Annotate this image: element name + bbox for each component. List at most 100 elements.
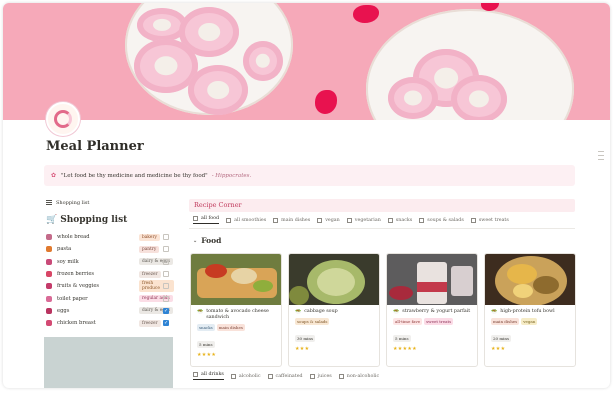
- list-item[interactable]: fruits & veggies fresh produce: [46, 280, 174, 293]
- view-tab[interactable]: snacks: [387, 216, 412, 224]
- food-section-toggle[interactable]: ⌄ Food: [193, 236, 221, 245]
- category-tag: bakery: [139, 233, 160, 241]
- list-item[interactable]: pasta pantry: [46, 243, 174, 255]
- recipe-card[interactable]: 🥗 high-protein tofu bowl main dishes vegan 2…: [484, 253, 576, 367]
- view-tab-label: main dishes: [281, 217, 311, 223]
- recipe-tag: vegan: [521, 318, 538, 325]
- view-tab[interactable]: sweet treats: [470, 216, 509, 224]
- list-item[interactable]: whole bread bakery: [46, 231, 174, 243]
- category-tag: freezer: [139, 319, 161, 327]
- recipe-title: tomato & avocado cheese sandwich: [206, 309, 269, 320]
- recipe-title: high-protein tofu bowl: [500, 309, 555, 314]
- view-tab[interactable]: vegan: [317, 216, 340, 224]
- view-tab[interactable]: main dishes: [273, 216, 310, 224]
- checkbox[interactable]: ✓: [163, 307, 169, 314]
- donut: [388, 77, 438, 119]
- flower-icon: ✿: [51, 172, 57, 179]
- view-tab[interactable]: juices: [309, 372, 332, 380]
- view-tab-label: soups & salads: [427, 217, 464, 223]
- quote-callout[interactable]: ✿ "Let food be thy medicine and medicine…: [44, 165, 575, 186]
- item-icon: [46, 246, 52, 253]
- recipe-name: 🥗 high-protein tofu bowl: [485, 305, 575, 315]
- item-name: fruits & veggies: [57, 283, 100, 290]
- checkbox[interactable]: [163, 258, 169, 265]
- checkbox[interactable]: [163, 234, 169, 241]
- view-tab[interactable]: alcoholic: [230, 372, 261, 380]
- outline-handle-icon[interactable]: [598, 151, 604, 163]
- recipe-photo: [485, 254, 575, 305]
- view-tab[interactable]: non-alcoholic: [338, 372, 379, 380]
- photo-shape: [205, 264, 227, 278]
- dish-icon: 🥗: [393, 309, 400, 315]
- view-tab[interactable]: all drinks: [193, 372, 224, 380]
- dish-icon: 🥗: [197, 309, 204, 315]
- shopping-image: [44, 337, 173, 388]
- recipe-card[interactable]: 🥗 cabbage soup soups & salads 30 mins ★★★: [288, 253, 380, 367]
- list-item[interactable]: soy milk dairy & eggs: [46, 256, 174, 268]
- drink-view-tabs: all drinks alcoholic caffeinated juices non-…: [193, 372, 386, 380]
- view-tab[interactable]: caffeinated: [267, 372, 303, 380]
- shopping-list-heading: Shopping list: [60, 215, 128, 225]
- cover-image[interactable]: [3, 3, 610, 120]
- view-tab[interactable]: all smoothies: [226, 216, 266, 224]
- recipe-card[interactable]: 🥗 tomato & avocado cheese sandwich snacks m…: [190, 253, 282, 367]
- checkbox[interactable]: [163, 246, 169, 253]
- list-item[interactable]: toilet paper regular adds: [46, 292, 174, 304]
- item-name: pasta: [57, 246, 72, 253]
- photo-shape: [231, 268, 257, 284]
- recipe-tags: all-time fave sweet treats: [387, 315, 477, 325]
- donut: [243, 41, 283, 81]
- recipe-tag: all-time fave: [393, 318, 423, 325]
- view-tab-shopping-list[interactable]: Shopping list: [46, 200, 89, 206]
- petal: [315, 90, 337, 114]
- recipe-photo: [289, 254, 379, 305]
- recipe-tags: soups & salads: [289, 315, 379, 325]
- list-item[interactable]: frozen berries freezer: [46, 268, 174, 280]
- view-tab-label: caffeinated: [275, 373, 303, 379]
- checkbox[interactable]: [163, 283, 169, 290]
- gallery-icon: [419, 217, 425, 223]
- category-tag: freezer: [139, 270, 161, 278]
- recipe-name: 🥗 tomato & avocado cheese sandwich: [191, 305, 281, 321]
- prep-time: 5 mins: [393, 335, 411, 342]
- view-tab-label: alcoholic: [238, 373, 261, 379]
- page-title[interactable]: Meal Planner: [46, 139, 144, 154]
- checkbox[interactable]: [163, 295, 169, 302]
- shopping-list: whole bread bakery pasta pantry soy milk dair…: [46, 231, 174, 329]
- recipe-name: 🥗 strawberry & yogurt parfait: [387, 305, 477, 315]
- recipe-tag: main dishes: [216, 324, 245, 331]
- rating-stars: ★★★★: [197, 352, 217, 358]
- item-name: soy milk: [57, 258, 79, 265]
- photo-shape: [389, 286, 413, 300]
- list-view-icon: [46, 200, 52, 206]
- list-item[interactable]: eggs dairy & eggs ✓: [46, 305, 174, 317]
- list-item[interactable]: chicken breast freezer ✓: [46, 317, 174, 329]
- checkbox[interactable]: [163, 271, 169, 278]
- gallery-icon: [193, 216, 198, 221]
- donut: [451, 75, 507, 120]
- gallery-icon: [230, 373, 236, 379]
- item-name: toilet paper: [57, 295, 88, 302]
- section-title: Food: [201, 236, 222, 245]
- view-tab-label: sweet treats: [478, 217, 509, 223]
- photo-shape: [417, 282, 447, 292]
- petal: [353, 5, 379, 23]
- recipe-tags: main dishes vegan: [485, 315, 575, 325]
- gallery-icon: [267, 373, 273, 379]
- view-tab-label: Shopping list: [56, 200, 90, 206]
- gallery-icon: [193, 372, 198, 377]
- checkbox[interactable]: ✓: [163, 320, 169, 327]
- gallery-icon: [309, 373, 315, 379]
- photo-shape: [451, 266, 473, 296]
- view-tab[interactable]: vegetarian: [346, 216, 381, 224]
- page-icon[interactable]: [46, 102, 80, 136]
- item-icon: [46, 307, 52, 314]
- recipe-tag: snacks: [197, 324, 215, 331]
- view-tab[interactable]: all food: [193, 216, 220, 224]
- recipe-name: 🥗 cabbage soup: [289, 305, 379, 315]
- view-tab[interactable]: soups & salads: [419, 216, 464, 224]
- view-tab-label: vegan: [325, 217, 340, 223]
- view-tab-label: all smoothies: [234, 217, 267, 223]
- recipe-card[interactable]: 🥗 strawberry & yogurt parfait all-time fav…: [386, 253, 478, 367]
- view-tab-label: all food: [201, 216, 220, 221]
